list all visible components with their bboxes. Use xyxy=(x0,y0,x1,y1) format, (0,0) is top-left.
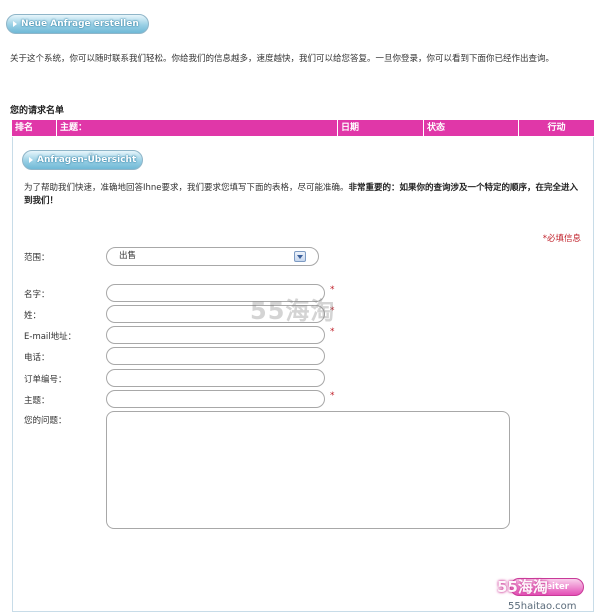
form-notice: 为了帮助我们快速，准确地回答Ihne要求，我们要求您填写下面的表格，尽可能准确。… xyxy=(24,182,584,208)
subject-label: 主题： xyxy=(24,396,50,406)
question-textarea[interactable] xyxy=(106,411,510,529)
required-star: * xyxy=(330,285,335,295)
notice-text: 为了帮助我们快速，准确地回答Ihne要求，我们要求您填写下面的表格，尽可能准确。 xyxy=(24,183,349,193)
required-star: * xyxy=(330,306,335,316)
range-label: 范围： xyxy=(24,253,50,263)
play-arrow-icon xyxy=(13,21,17,27)
new-request-button[interactable]: Neue Anfrage erstellen xyxy=(6,14,149,34)
phone-field[interactable] xyxy=(106,347,325,365)
surname-field[interactable] xyxy=(106,305,325,323)
requests-title: 您的请求名单 xyxy=(10,106,65,116)
order-number-field[interactable] xyxy=(106,369,325,387)
requests-overview-label: Anfragen-Übersicht xyxy=(37,155,137,165)
column-subject: 主题： xyxy=(57,120,338,136)
column-rank: 排名 xyxy=(12,120,57,136)
requests-table-header: 排名 主题： 日期 状态 行动 xyxy=(12,120,594,136)
required-info-note: *必填信息 xyxy=(542,234,581,244)
column-action: 行动 xyxy=(547,123,566,133)
first-name-label: 名字： xyxy=(24,290,50,300)
column-date: 日期 xyxy=(338,120,424,136)
email-label: E-mail地址： xyxy=(24,332,77,342)
watermark-url: 55haitao.com xyxy=(508,601,577,612)
page: Neue Anfrage erstellen 关于这个系统，你可以随时联系我们轻… xyxy=(0,0,595,616)
range-select-value: 出售 xyxy=(119,251,137,261)
new-request-label: Neue Anfrage erstellen xyxy=(21,19,139,29)
chevron-down-icon[interactable] xyxy=(294,251,306,262)
requests-overview-button[interactable]: Anfragen-Übersicht xyxy=(22,150,143,170)
subject-field[interactable] xyxy=(106,390,325,408)
range-select[interactable]: 出售 xyxy=(106,247,319,266)
phone-label: 电话： xyxy=(24,353,50,363)
first-name-field[interactable] xyxy=(106,284,325,302)
intro-text: 关于这个系统，你可以随时联系我们轻松。你给我们的信息越多，速度越快，我们可以给您… xyxy=(10,54,555,64)
email-field[interactable] xyxy=(106,326,325,344)
question-label: 您的问题： xyxy=(24,416,67,426)
order-number-label: 订单编号： xyxy=(24,375,67,385)
watermark-logo: 55海淘 xyxy=(497,578,548,596)
surname-label: 姓： xyxy=(24,311,42,321)
column-status: 状态 xyxy=(424,120,519,136)
required-star: * xyxy=(330,391,335,401)
required-star: * xyxy=(330,327,335,337)
play-arrow-icon xyxy=(29,157,33,163)
